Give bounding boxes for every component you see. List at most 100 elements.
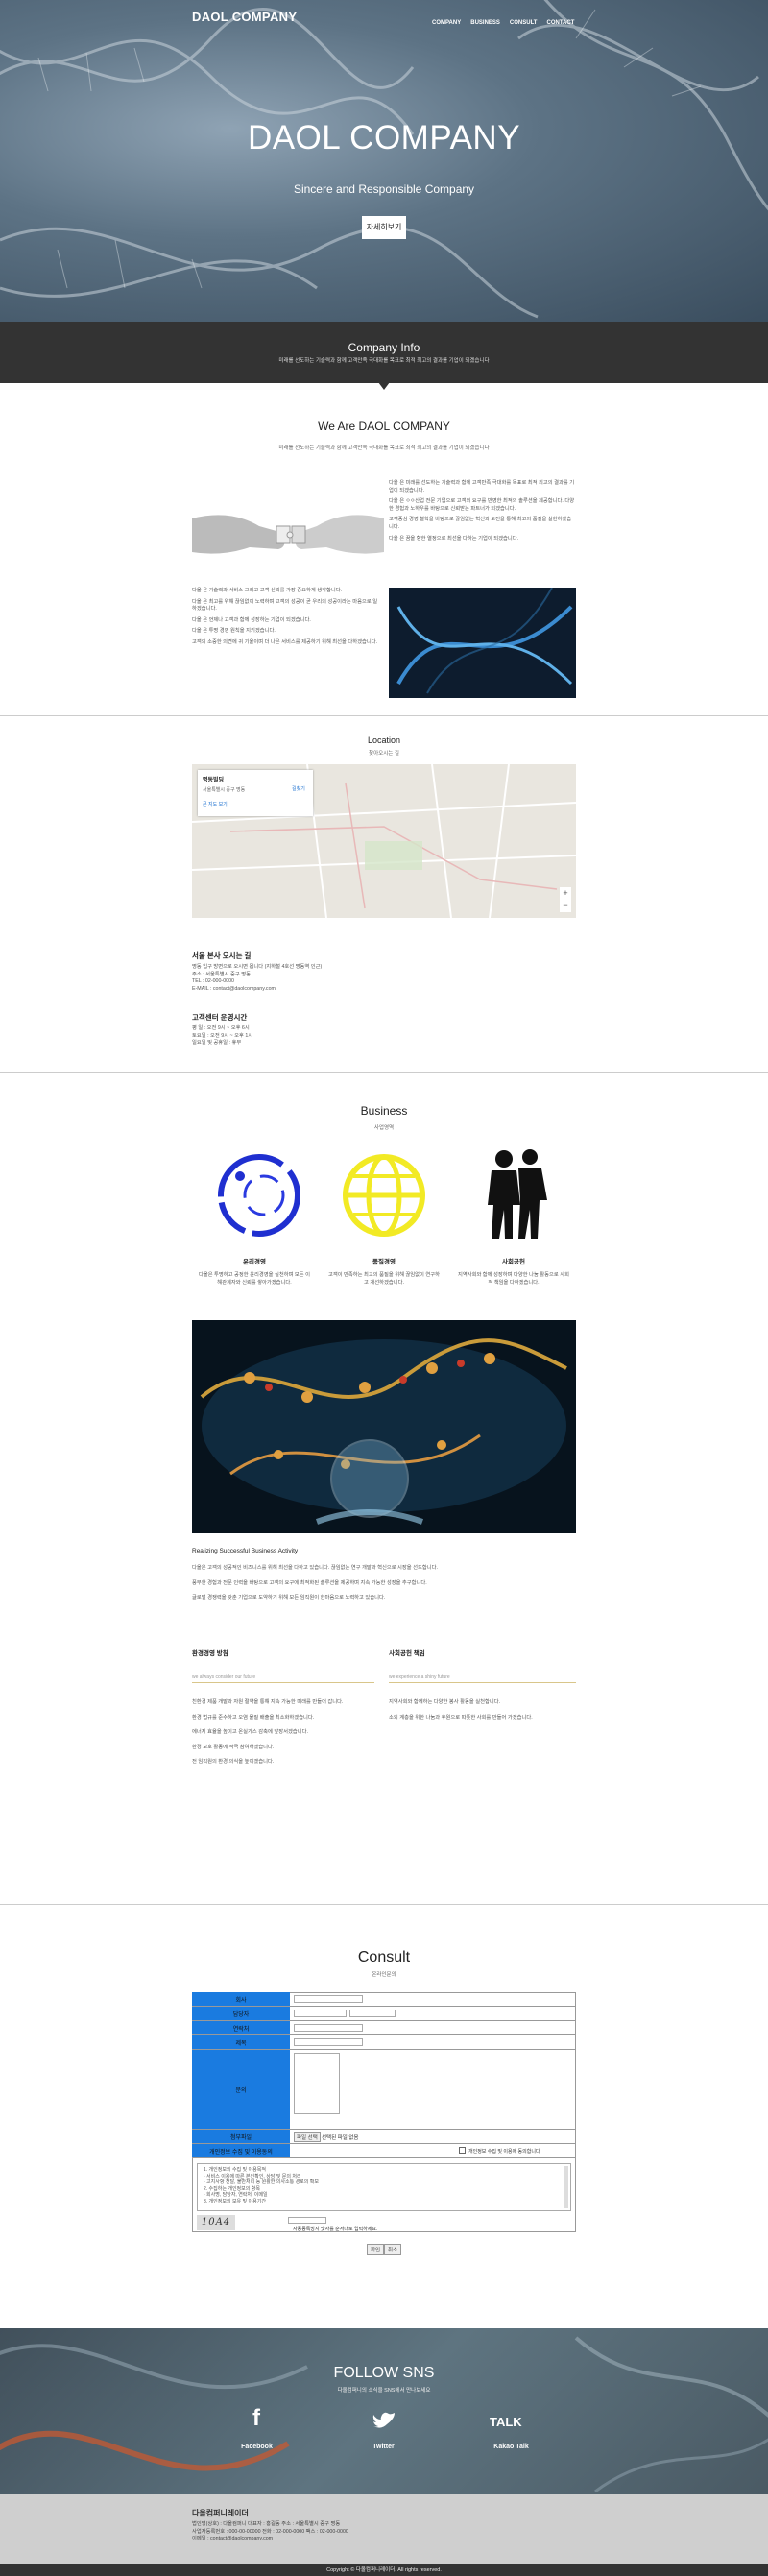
map-place-name: 명동빌딩 [203, 778, 225, 783]
divider [0, 1904, 768, 1905]
people-walking-icon [488, 1149, 547, 1239]
form-row-phone: 연락처 [192, 2021, 576, 2035]
down-arrow-icon [378, 382, 390, 390]
form-row-agree: 개인정보 수집 및 이용동의 개인정보 수집 및 이용에 동의합니다 [192, 2144, 576, 2158]
hero-section: DAOL COMPANY COMPANY BUSINESS CONSULT CO… [0, 0, 768, 322]
company-info-subtitle: 미래를 선도하는 기술력과 함께 고객만족 극대화를 목표로 최적 최고의 결과… [278, 358, 490, 364]
privacy-textbox[interactable]: 1. 개인정보의 수집 및 이용목적 - 서비스 이용에 따른 본인확인, 상담… [197, 2163, 571, 2211]
env-policy-item: 에너지 효율을 높이고 온실가스 감축에 앞장서겠습니다. [192, 1729, 308, 1736]
consult-title: Consult [357, 1949, 411, 1965]
hero-subtitle: Sincere and Responsible Company [293, 182, 475, 196]
consult-subtitle: 온라인문의 [372, 1972, 396, 1978]
social-duty-sub: we experience a shiny future [389, 1674, 576, 1683]
kakao-talk-link[interactable]: Kakao Talk [485, 2444, 538, 2450]
divider [0, 1072, 768, 1073]
location-title: Location [367, 735, 401, 745]
more-button[interactable]: 자세히보기 [362, 216, 406, 239]
nav-contact[interactable]: CONTACT [546, 20, 574, 26]
hours-line: 일요일 및 공휴일 : 휴무 [192, 1040, 242, 1047]
about-left-para: 다올 은 기술력과 서비스 그리고 고객 신뢰를 가장 중요하게 생각합니다. [192, 588, 343, 593]
manager-input-2[interactable] [349, 2010, 396, 2017]
footer-info: 법인명(상호) : 다올컴퍼니 대표자 : 홍길동 주소 : 서울특별시 중구 … [192, 2521, 576, 2543]
captcha-image: 10A4 [197, 2215, 235, 2230]
copyright-bar: Copyright © 다올컴퍼니레이더. All rights reserve… [0, 2564, 768, 2576]
map-large-link[interactable]: 큰 지도 보기 [203, 801, 308, 807]
agree-checkbox[interactable] [459, 2147, 466, 2154]
facebook-link[interactable]: Facebook [230, 2444, 283, 2450]
captcha-input[interactable] [288, 2217, 326, 2224]
form-row-manager: 담당자 [192, 2007, 576, 2021]
sns-section: FOLLOW SNS 다올컴퍼니의 소식을 SNS에서 만나보세요 f Face… [0, 2328, 768, 2494]
twitter-link[interactable]: Twitter [357, 2444, 410, 2450]
location-line: E-MAIL : contact@daolcompany.com [192, 985, 276, 992]
sns-title: FOLLOW SNS [333, 2365, 435, 2381]
form-label: 회사 [192, 1992, 290, 2006]
about-left-para: 다올 은 투명 경영 원칙을 지키겠습니다. [192, 628, 276, 635]
map-info-card: 명동빌딩 서울특별시 중구 명동 큰 지도 보기 길찾기 [198, 770, 313, 816]
location-line: 주소 : 서울특별시 중구 명동 [192, 971, 251, 977]
hours-heading: 고객센터 운영시간 [192, 1013, 248, 1022]
sns-subtitle: 다올컴퍼니의 소식을 SNS에서 만나보세요 [337, 2388, 431, 2394]
map-zoom-control[interactable]: + − [560, 887, 571, 912]
about-left-text: 다올 은 기술력과 서비스 그리고 고객 신뢰를 가장 중요하게 생각합니다. … [192, 588, 379, 647]
form-row-file: 첨부파일 파일 선택 선택된 파일 없음 [192, 2130, 576, 2144]
about-right-para: 고객중심 경영 철학을 바탕으로 끊임없는 혁신과 도전을 통해 최고의 품질을… [389, 517, 572, 530]
privacy-scrollbar[interactable] [564, 2166, 568, 2208]
manager-input[interactable] [294, 2010, 347, 2017]
form-label: 첨부파일 [192, 2130, 290, 2143]
file-choose-button[interactable]: 파일 선택 [294, 2132, 321, 2142]
business-item-text: 고객이 만족하는 최고의 품질을 위해 끊임없이 연구하고 개선하겠습니다. [327, 1272, 441, 1286]
form-label: 연락처 [192, 2021, 290, 2034]
ethics-brush-circle-icon [218, 1154, 300, 1237]
about-right-para: 다올 은 미래를 선도하는 기술력과 함께 고객만족 극대화를 목표로 최적 최… [389, 480, 575, 494]
agree-label: 개인정보 수집 및 이용에 동의합니다 [468, 2149, 540, 2155]
hero-title: DAOL COMPANY [247, 119, 521, 156]
location-heading: 서울 본사 오시는 길 [192, 951, 252, 960]
env-policy-item: 환경 법규를 준수하고 오염 물질 배출을 최소화하겠습니다. [192, 1714, 315, 1721]
site-logo[interactable]: DAOL COMPANY [192, 10, 297, 24]
form-row-message: 문의 [192, 2050, 576, 2130]
file-status-text: 선택된 파일 없음 [322, 2135, 359, 2141]
location-map[interactable]: 명동빌딩 서울특별시 중구 명동 큰 지도 보기 길찾기 + − [192, 764, 576, 918]
phone-input[interactable] [294, 2024, 363, 2032]
business-paragraphs: 다올은 고객의 성공적인 비즈니스를 위해 최선을 다하고 있습니다. 끊임없는… [192, 1565, 576, 1602]
about-right-para: 다올 은 ㅇㅇ산업 전문 기업으로 고객의 요구를 반영한 최적의 솔루션을 제… [389, 498, 575, 512]
submit-button[interactable]: 확인 [367, 2244, 385, 2255]
main-nav: COMPANY BUSINESS CONSULT CONTACT [432, 20, 574, 26]
dna-blue-image [389, 588, 576, 698]
business-para: 글로벌 경쟁력을 갖춘 기업으로 도약하기 위해 모든 임직원이 한마음으로 노… [192, 1595, 386, 1601]
footer-company-name: 다올컴퍼니레이더 [192, 2509, 249, 2517]
about-right-para: 다올 은 꿈을 향한 열정으로 최선을 다하는 기업이 되겠습니다. [389, 535, 519, 542]
location-line: TEL : 02-000-0000 [192, 978, 234, 985]
about-left-para: 다올 은 최고를 위해 끊임없이 노력하며 고객의 성공이 곧 우리의 성공이라… [192, 598, 378, 613]
hours-details: 평 일 : 오전 9시 ~ 오후 6시 토요일 : 오전 9시 ~ 오후 1시 … [192, 1025, 480, 1047]
dna-background-image [0, 0, 768, 319]
cancel-button[interactable]: 취소 [384, 2244, 402, 2255]
social-duty-title: 사회공헌 책임 [389, 1650, 425, 1657]
handshake-puzzle-image [192, 480, 384, 586]
business-item-text: 다올은 투명하고 공정한 윤리경영을 실천하며 모든 이해관계자와 신뢰를 쌓아… [198, 1272, 311, 1286]
nav-consult[interactable]: CONSULT [510, 20, 538, 26]
company-info-band: Company Info 미래를 선도하는 기술력과 함께 고객만족 극대화를 … [0, 322, 768, 390]
about-left-para: 다올 은 언제나 고객과 함께 성장하는 기업이 되겠습니다. [192, 616, 311, 623]
company-input[interactable] [294, 1995, 363, 2003]
env-policy-sub: we always consider our future [192, 1674, 374, 1683]
nav-business[interactable]: BUSINESS [470, 20, 500, 26]
business-item-label: 사회공헌 [502, 1259, 525, 1265]
kakao-talk-icon[interactable]: TALK [490, 2415, 522, 2429]
hours-line: 평 일 : 오전 9시 ~ 오후 6시 [192, 1025, 250, 1031]
business-item-label: 품질경영 [372, 1259, 396, 1265]
title-input[interactable] [294, 2038, 363, 2046]
map-directions-link[interactable]: 길찾기 [292, 785, 305, 792]
nav-company[interactable]: COMPANY [432, 20, 461, 26]
about-left-para: 고객의 소중한 의견에 귀 기울이며 더 나은 서비스를 제공하기 위해 최선을… [192, 638, 378, 645]
footer: 다올컴퍼니레이더 법인명(상호) : 다올컴퍼니 대표자 : 홍길동 주소 : … [0, 2494, 768, 2576]
form-row-company: 회사 [192, 1992, 576, 2007]
message-textarea[interactable] [294, 2053, 340, 2114]
business-heading: Realizing Successful Business Activity [192, 1548, 299, 1554]
twitter-bird-icon[interactable] [372, 2411, 396, 2432]
form-label: 문의 [192, 2050, 290, 2129]
facebook-icon[interactable]: f [245, 2405, 268, 2432]
divider [0, 715, 768, 716]
footer-line: 이메일 : contact@daolcompany.com [192, 2536, 274, 2542]
